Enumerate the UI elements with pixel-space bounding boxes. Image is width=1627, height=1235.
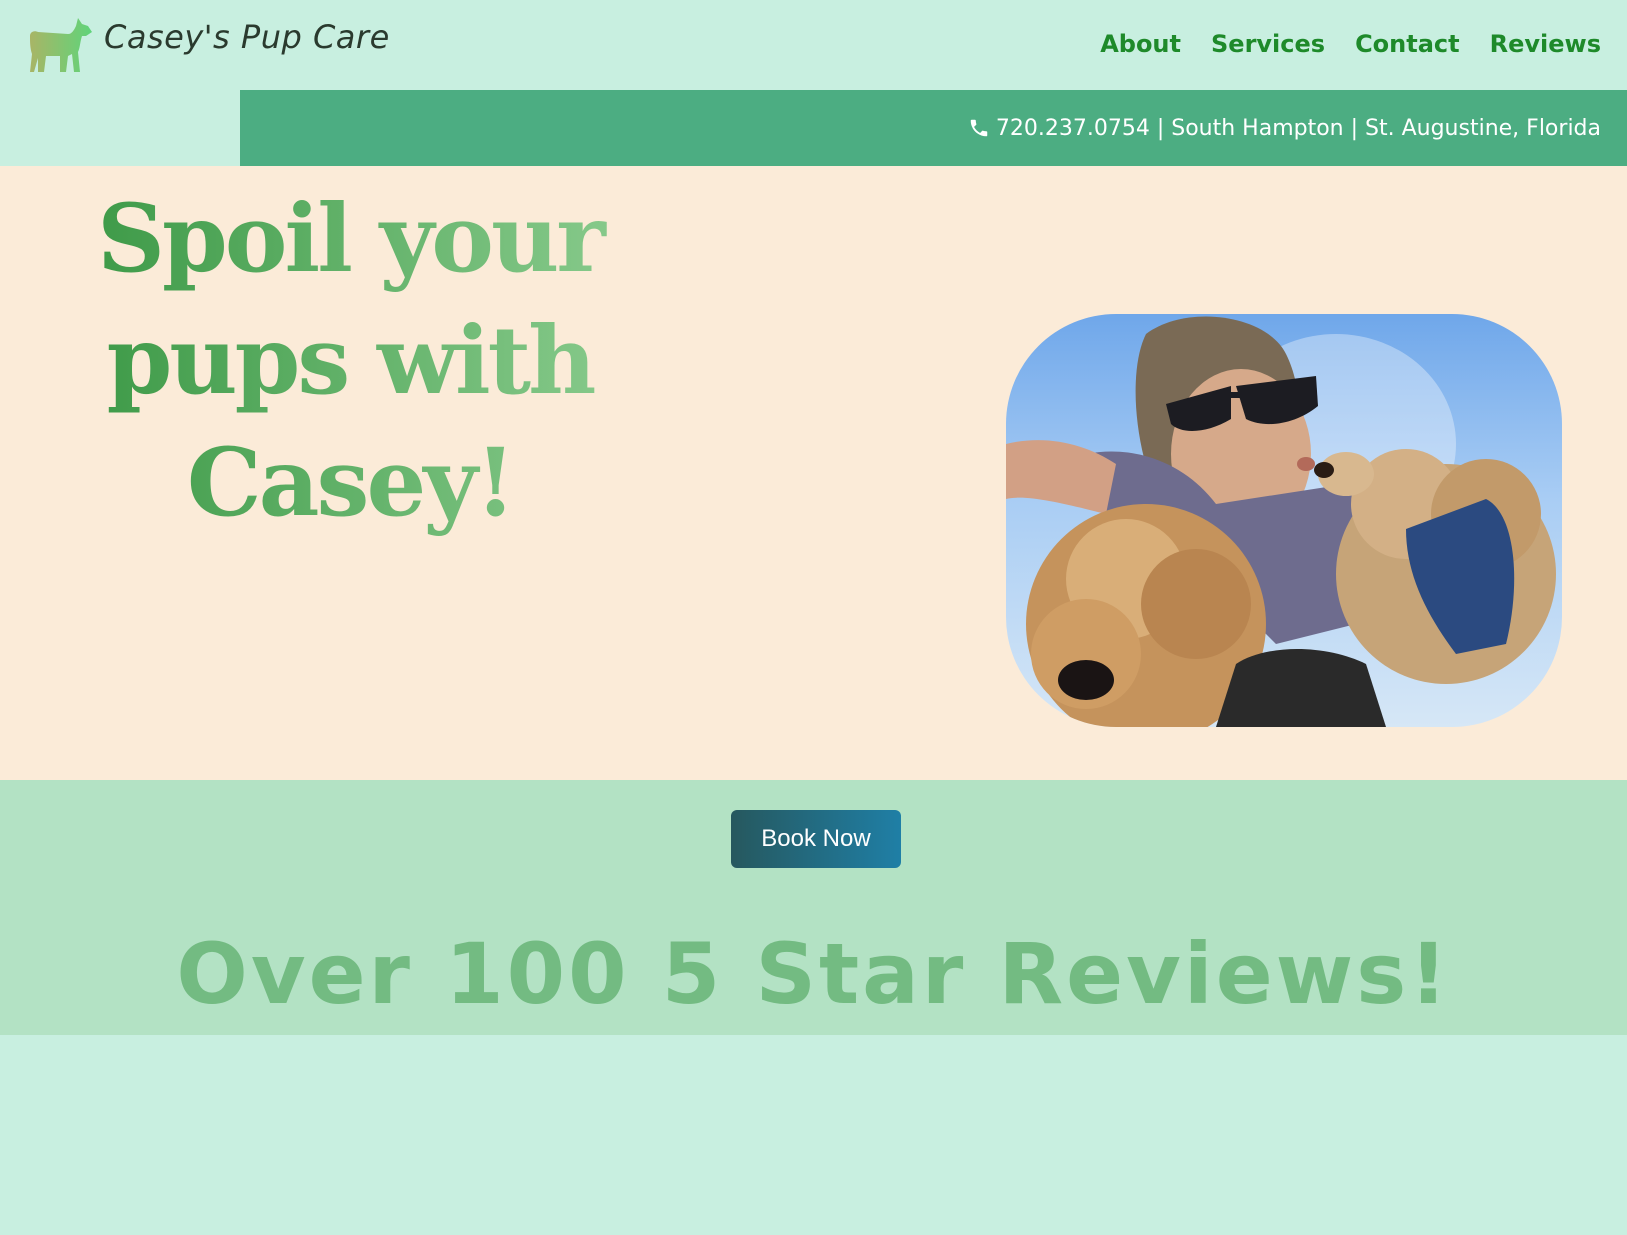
reviews-headline: Over 100 5 Star Reviews! [176,925,1451,1023]
nav-about[interactable]: About [1100,30,1181,58]
brand-name[interactable]: Casey's Pup Care [104,18,390,56]
nav-contact[interactable]: Contact [1355,30,1460,58]
hero-photo [1006,314,1562,727]
book-now-button[interactable]: Book Now [731,810,901,868]
headline-line-3: Casey! [186,428,514,538]
dog-logo-icon[interactable] [28,14,96,76]
nav-reviews[interactable]: Reviews [1490,30,1601,58]
headline-line-2: pups with [106,306,594,416]
headline-line-1: Spoil your [97,184,603,294]
phone-icon [970,119,988,137]
contact-text: 720.237.0754 | South Hampton | St. Augus… [995,115,1601,141]
site-header: Casey's Pup Care About Services Contact … [0,0,1627,90]
main-nav: About Services Contact Reviews [1100,30,1601,58]
nav-services[interactable]: Services [1211,30,1325,58]
contact-info-bar: 720.237.0754 | South Hampton | St. Augus… [240,90,1627,166]
hero-headline: Spoil your pups with Casey! [90,178,610,544]
casey-with-dogs-illustration [1006,316,1556,727]
contact-info: 720.237.0754 | South Hampton | St. Augus… [968,90,1601,166]
